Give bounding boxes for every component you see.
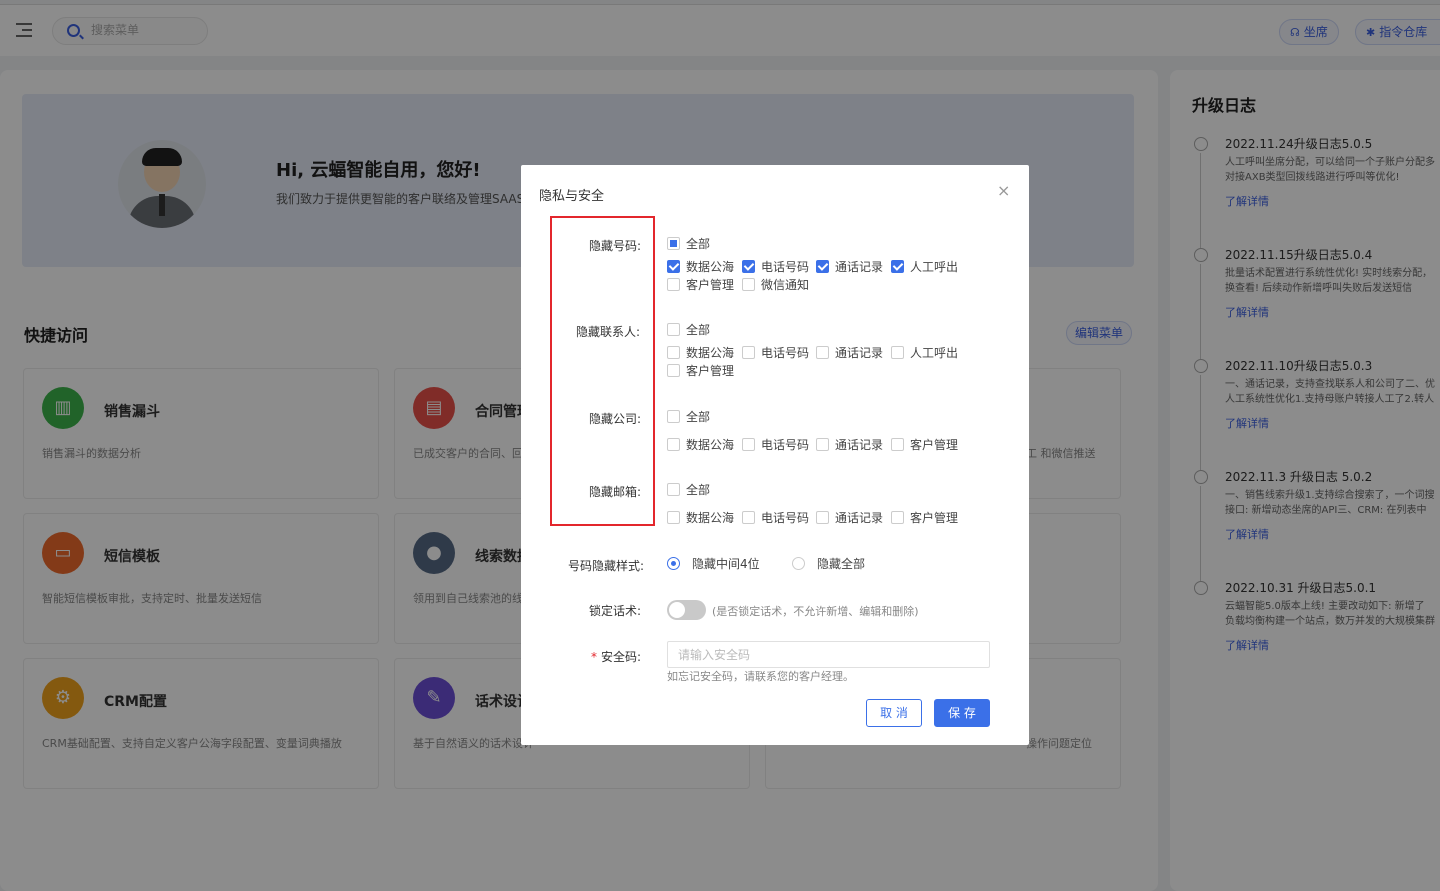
hide-number-calls-checkbox[interactable]: 通话记录 bbox=[816, 260, 883, 274]
lock-script-label: 锁定话术: bbox=[589, 604, 642, 618]
save-button[interactable]: 保 存 bbox=[934, 699, 990, 727]
number-hide-style-label: 号码隐藏样式: bbox=[568, 559, 645, 573]
hide-email-customer-checkbox[interactable]: 客户管理 bbox=[891, 511, 958, 525]
privacy-security-dialog: 隐私与安全 × 隐藏号码: 全部 数据公海 电话号码 通话记录 人工呼出 客户管… bbox=[521, 165, 1029, 745]
hide-email-all-checkbox[interactable]: 全部 bbox=[667, 483, 710, 497]
hide-contact-public-checkbox[interactable]: 数据公海 bbox=[667, 346, 734, 360]
hide-contact-phone-checkbox[interactable]: 电话号码 bbox=[742, 346, 809, 360]
hide-email-public-checkbox[interactable]: 数据公海 bbox=[667, 511, 734, 525]
hide-middle-radio[interactable]: 隐藏中间4位 bbox=[667, 557, 760, 571]
hide-email-label: 隐藏邮箱: bbox=[589, 485, 642, 499]
hide-company-public-checkbox[interactable]: 数据公海 bbox=[667, 438, 734, 452]
safe-code-hint: 如忘记安全码，请联系您的客户经理。 bbox=[667, 670, 854, 683]
hide-contact-customer-checkbox[interactable]: 客户管理 bbox=[667, 364, 734, 378]
hide-company-all-checkbox[interactable]: 全部 bbox=[667, 410, 710, 424]
lock-script-hint: (是否锁定话术，不允许新增、编辑和删除) bbox=[712, 605, 919, 618]
safe-code-input[interactable] bbox=[667, 641, 990, 668]
hide-number-customer-checkbox[interactable]: 客户管理 bbox=[667, 278, 734, 292]
hide-all-radio[interactable]: 隐藏全部 bbox=[792, 557, 865, 571]
hide-company-phone-checkbox[interactable]: 电话号码 bbox=[742, 438, 809, 452]
hide-company-calls-checkbox[interactable]: 通话记录 bbox=[816, 438, 883, 452]
lock-script-toggle[interactable] bbox=[667, 600, 706, 620]
hide-number-manual-checkbox[interactable]: 人工呼出 bbox=[891, 260, 958, 274]
hide-number-label: 隐藏号码: bbox=[589, 239, 642, 253]
cancel-button[interactable]: 取 消 bbox=[866, 699, 922, 727]
hide-email-calls-checkbox[interactable]: 通话记录 bbox=[816, 511, 883, 525]
hide-contact-label: 隐藏联系人: bbox=[576, 325, 641, 339]
hide-contact-manual-checkbox[interactable]: 人工呼出 bbox=[891, 346, 958, 360]
hide-number-phone-checkbox[interactable]: 电话号码 bbox=[742, 260, 809, 274]
hide-company-label: 隐藏公司: bbox=[589, 412, 642, 426]
hide-number-public-checkbox[interactable]: 数据公海 bbox=[667, 260, 734, 274]
dialog-title: 隐私与安全 bbox=[539, 189, 605, 204]
hide-email-phone-checkbox[interactable]: 电话号码 bbox=[742, 511, 809, 525]
safe-code-label: * 安全码: bbox=[591, 650, 642, 664]
highlight-box bbox=[550, 216, 655, 526]
hide-company-customer-checkbox[interactable]: 客户管理 bbox=[891, 438, 958, 452]
hide-number-all-checkbox[interactable]: 全部 bbox=[667, 237, 710, 251]
hide-contact-all-checkbox[interactable]: 全部 bbox=[667, 323, 710, 337]
hide-number-wechat-checkbox[interactable]: 微信通知 bbox=[742, 278, 809, 292]
close-icon[interactable]: × bbox=[997, 181, 1010, 200]
hide-contact-calls-checkbox[interactable]: 通话记录 bbox=[816, 346, 883, 360]
